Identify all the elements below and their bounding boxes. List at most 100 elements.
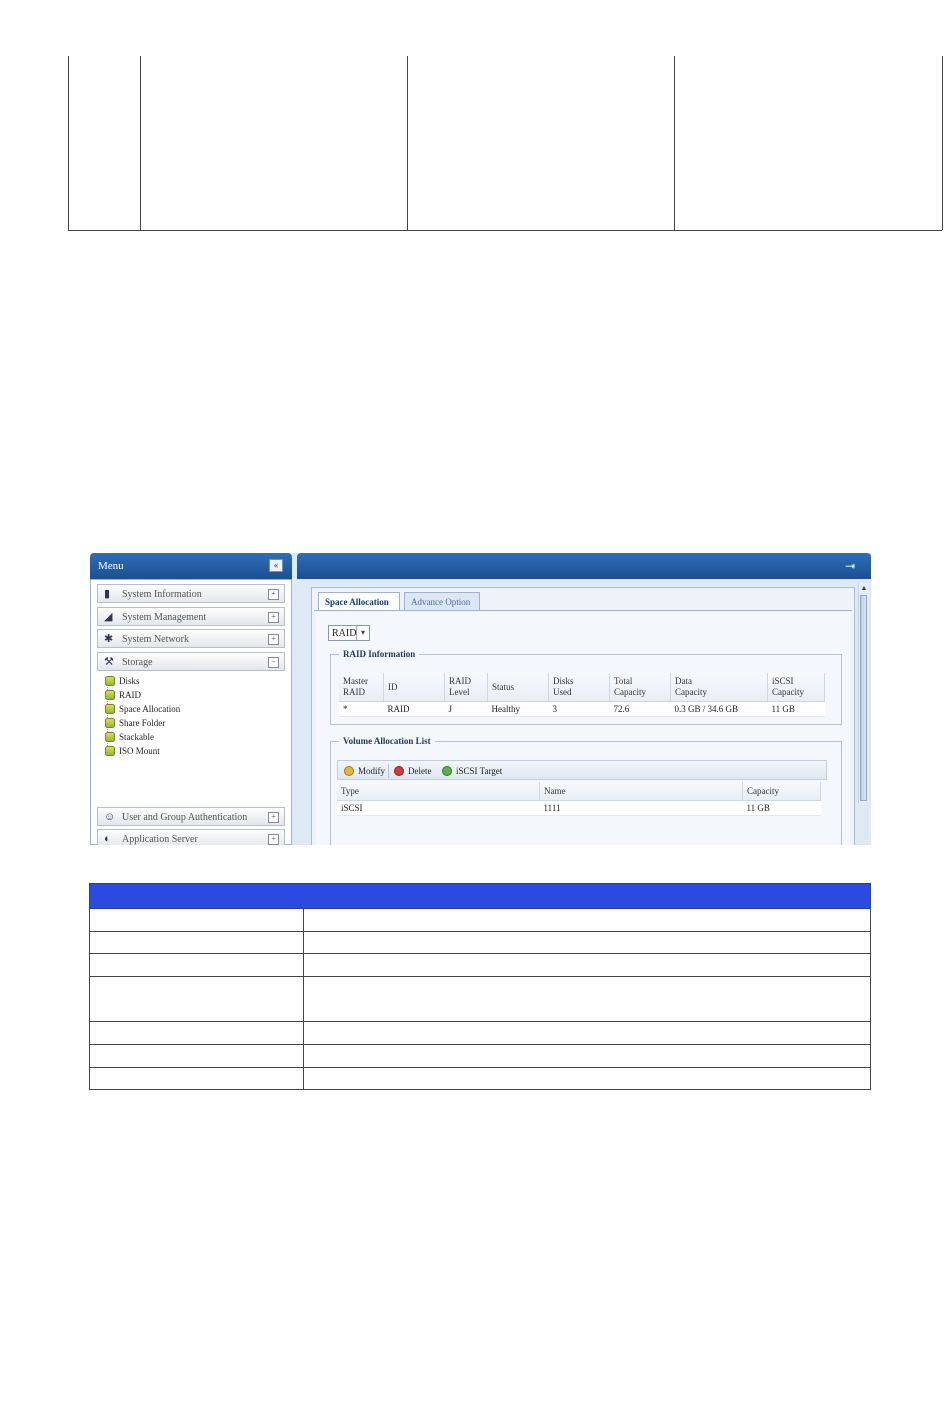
table-cell — [89, 953, 304, 977]
column-header[interactable]: Name — [539, 782, 743, 801]
main-header: ⇥ — [297, 553, 871, 579]
tree-item-label: RAID — [119, 690, 141, 700]
tree-item-space-allocation[interactable]: Space Allocation — [103, 702, 180, 716]
expand-icon[interactable]: + — [268, 589, 279, 600]
logout-icon[interactable]: ⇥ — [845, 559, 859, 573]
table-row — [89, 976, 871, 1022]
expand-icon[interactable]: + — [268, 834, 279, 845]
table-cell — [89, 931, 304, 954]
tree-item-label: Stackable — [119, 732, 154, 742]
tree-item-disks[interactable]: Disks — [103, 674, 180, 688]
column-header[interactable]: RAID Level — [444, 673, 488, 702]
column-header[interactable]: Type — [337, 782, 540, 801]
scrollbar-thumb[interactable] — [860, 595, 867, 801]
column-header[interactable]: Total Capacity — [609, 673, 671, 702]
table-cell — [303, 976, 871, 1022]
table-row[interactable]: * RAID J Healthy 3 72.6 0.3 GB / 34.6 GB… — [339, 701, 825, 717]
sidebar-item-label: System Network — [122, 634, 189, 645]
collapse-section-icon[interactable]: − — [268, 657, 279, 668]
table-cell — [89, 908, 304, 932]
table-cell: RAID — [383, 701, 445, 717]
tab-advance-option[interactable]: Advance Option — [404, 592, 480, 610]
table-cell — [303, 931, 871, 954]
toolbar-separator — [388, 764, 389, 778]
tree-item-raid[interactable]: RAID — [103, 688, 180, 702]
top-document-table — [68, 56, 943, 231]
table-cell: 72.6 — [609, 701, 671, 717]
table-cell — [303, 1067, 871, 1090]
table-cell: 11 GB — [767, 701, 825, 717]
sidebar-item-label: System Management — [122, 612, 207, 623]
sidebar-item-storage[interactable]: ⚒ Storage − — [97, 652, 285, 671]
iscsi-target-button[interactable]: iSCSI Target — [442, 764, 502, 778]
sidebar-item-label: Application Server — [122, 834, 198, 845]
expand-icon[interactable]: + — [268, 634, 279, 645]
top-table-column-3 — [407, 56, 675, 230]
table-cell: 3 — [548, 701, 610, 717]
tab-content: RAID ▾ RAID Information Master RAID ID RA… — [316, 612, 850, 845]
expand-icon[interactable]: + — [268, 812, 279, 823]
table-cell: 0.3 GB / 34.6 GB — [670, 701, 768, 717]
table-row[interactable]: iSCSI 1111 11 GB — [337, 800, 821, 816]
iscsi-target-label: iSCSI Target — [456, 766, 503, 776]
bottom-document-table — [89, 883, 871, 1090]
raid-select-value: RAID — [332, 628, 357, 639]
management-icon: ◢ — [104, 611, 113, 623]
storage-tree: Disks RAID Space Allocation Share Folder… — [103, 674, 180, 758]
disk-stack-icon — [105, 676, 115, 686]
modify-button[interactable]: Modify — [344, 764, 385, 778]
tree-item-iso-mount[interactable]: ISO Mount — [103, 744, 180, 758]
column-header[interactable]: Data Capacity — [670, 673, 768, 702]
raid-select[interactable]: RAID ▾ — [328, 625, 370, 641]
chevron-down-icon[interactable]: ▾ — [356, 626, 369, 640]
delete-label: Delete — [408, 766, 432, 776]
sidebar-item-application-server[interactable]: ◐ Application Server + — [97, 829, 285, 845]
tree-item-share-folder[interactable]: Share Folder — [103, 716, 180, 730]
disk-stack-icon — [105, 746, 115, 756]
tree-item-label: ISO Mount — [119, 746, 160, 756]
table-header-bar — [89, 883, 871, 909]
storage-icon: ⚒ — [104, 656, 114, 668]
vertical-scrollbar[interactable]: ▲ — [858, 583, 869, 803]
collapse-icon[interactable]: « — [269, 559, 283, 572]
volume-allocation-legend: Volume Allocation List — [343, 736, 431, 746]
column-header[interactable]: Disks Used — [548, 673, 610, 702]
column-header[interactable]: ID — [383, 673, 445, 702]
column-header[interactable]: Capacity — [742, 782, 821, 801]
disk-stack-icon — [105, 704, 115, 714]
table-row — [89, 908, 871, 932]
tree-item-stackable[interactable]: Stackable — [103, 730, 180, 744]
table-cell: Healthy — [487, 701, 549, 717]
sidebar-menu: Menu « ▮ System Information + ◢ System M… — [90, 553, 292, 845]
volume-allocation-group: Volume Allocation List Modify Delete iSC… — [330, 736, 842, 845]
sidebar-item-system-information[interactable]: ▮ System Information + — [97, 584, 285, 603]
sidebar-item-label: System Information — [122, 589, 202, 600]
sidebar-header: Menu « — [90, 553, 292, 579]
table-row — [89, 1021, 871, 1045]
expand-icon[interactable]: + — [268, 612, 279, 623]
tab-space-allocation[interactable]: Space Allocation — [318, 592, 400, 610]
table-cell — [89, 1044, 304, 1068]
modify-icon — [344, 766, 354, 776]
raid-information-legend: RAID Information — [343, 649, 416, 659]
sidebar-item-user-group-auth[interactable]: ☺ User and Group Authentication + — [97, 807, 285, 826]
table-cell: J — [444, 701, 488, 717]
table-cell: * — [339, 701, 384, 717]
tab-divider — [314, 610, 852, 611]
column-header[interactable]: iSCSI Capacity — [767, 673, 825, 702]
column-header[interactable]: Status — [487, 673, 549, 702]
nas-admin-screenshot: Menu « ▮ System Information + ◢ System M… — [90, 553, 871, 845]
top-table-column-4 — [674, 56, 943, 230]
tree-item-label: Space Allocation — [119, 704, 181, 714]
scroll-up-icon[interactable]: ▲ — [859, 583, 869, 593]
disk-stack-icon — [105, 732, 115, 742]
delete-icon — [394, 766, 404, 776]
volume-allocation-table: Type Name Capacity iSCSI 1111 11 GB — [337, 782, 821, 816]
delete-button[interactable]: Delete — [394, 764, 431, 778]
table-cell: 1111 — [539, 800, 743, 816]
tree-item-label: Share Folder — [119, 718, 166, 728]
column-header[interactable]: Master RAID — [339, 673, 384, 702]
table-row — [89, 1044, 871, 1068]
sidebar-item-system-management[interactable]: ◢ System Management + — [97, 607, 285, 626]
sidebar-item-system-network[interactable]: ✱ System Network + — [97, 629, 285, 648]
